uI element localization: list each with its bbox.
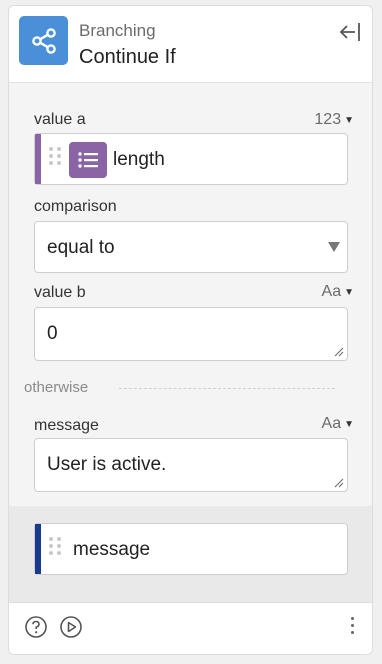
output-message-pill[interactable]: message: [34, 523, 348, 575]
play-icon[interactable]: [59, 615, 83, 639]
resize-handle-icon[interactable]: [334, 347, 344, 357]
block-title: Continue If: [79, 46, 176, 68]
caret-down-icon: ▼: [344, 114, 354, 126]
message-label: message: [34, 417, 99, 434]
value-b-textarea[interactable]: 0: [34, 307, 348, 361]
otherwise-label: otherwise: [24, 379, 89, 396]
panel-footer: [9, 602, 372, 654]
pill-color-bar: [35, 524, 41, 574]
value-b-type-selector[interactable]: Aa ▼: [322, 283, 354, 301]
block-category: Branching: [79, 21, 156, 40]
comparison-selected: equal to: [47, 237, 115, 258]
message-value: User is active.: [47, 454, 167, 475]
inputs-section: value a 123 ▼ length comparison equal to…: [9, 83, 372, 506]
caret-down-icon: ▼: [344, 418, 354, 430]
message-textarea[interactable]: User is active.: [34, 438, 348, 492]
list-icon: [69, 142, 107, 178]
more-vertical-icon[interactable]: [351, 617, 354, 634]
panel-header: Branching Continue If: [9, 6, 372, 83]
dropdown-arrow-icon: [328, 242, 340, 252]
continue-if-panel: Branching Continue If value a 123 ▼ leng…: [8, 5, 373, 655]
help-icon[interactable]: [24, 615, 48, 639]
value-a-pill-text: length: [113, 149, 165, 170]
caret-down-icon: ▼: [344, 286, 354, 298]
output-area: message: [9, 506, 372, 602]
value-b-value: 0: [47, 323, 58, 344]
message-type-selector[interactable]: Aa ▼: [322, 415, 354, 433]
comparison-dropdown[interactable]: equal to: [34, 221, 348, 273]
share-branch-icon: [19, 16, 68, 65]
text-type-icon: Aa: [321, 283, 342, 300]
value-a-label: value a: [34, 111, 86, 128]
value-a-input[interactable]: length: [34, 133, 348, 185]
drag-handle-icon[interactable]: [49, 537, 61, 555]
drag-handle-icon[interactable]: [49, 147, 61, 165]
pill-color-bar: [35, 134, 41, 184]
output-pill-text: message: [73, 539, 151, 560]
resize-handle-icon[interactable]: [334, 478, 344, 488]
otherwise-divider: [119, 388, 335, 389]
collapse-panel-icon[interactable]: [338, 20, 362, 44]
value-b-label: value b: [34, 284, 86, 301]
comparison-label: comparison: [34, 198, 117, 215]
value-a-type-selector[interactable]: 123 ▼: [314, 111, 354, 129]
text-type-icon: Aa: [321, 415, 342, 432]
number-type-icon: 123: [314, 111, 342, 128]
